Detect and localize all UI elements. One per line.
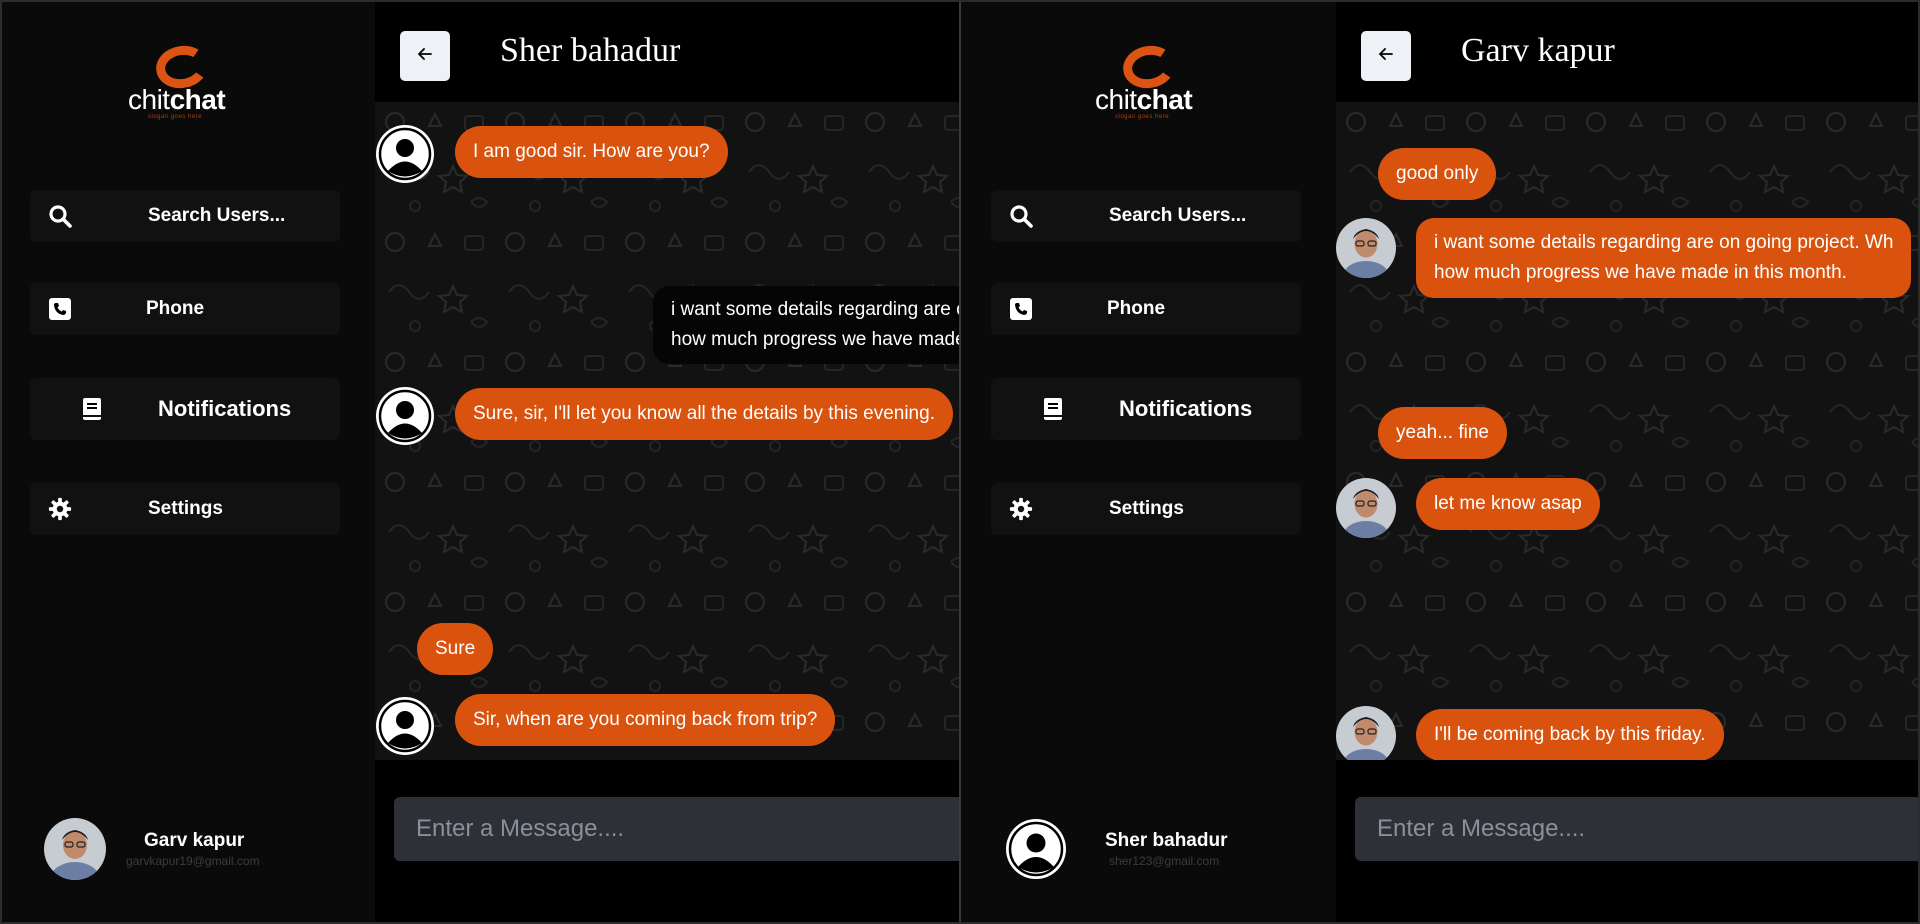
gear-icon bbox=[1009, 497, 1033, 521]
contact-avatar bbox=[375, 386, 435, 446]
message-list[interactable]: I am good sir. How are you? i want some … bbox=[375, 102, 959, 760]
search-icon bbox=[1009, 204, 1033, 228]
nav-phone[interactable]: Phone bbox=[30, 283, 340, 335]
app-logo: chitchat slogan goes here bbox=[1087, 41, 1237, 121]
contact-avatar bbox=[1336, 218, 1396, 278]
back-button[interactable] bbox=[400, 31, 450, 81]
nav-phone-label: Phone bbox=[1107, 298, 1166, 319]
nav-search-users[interactable]: Search Users... bbox=[30, 190, 340, 242]
user-email: sher123@gmail.com bbox=[1109, 854, 1220, 868]
message-bubble: good only bbox=[1378, 148, 1497, 200]
user-name: Garv kapur bbox=[144, 830, 245, 851]
message-bubble: let me know asap bbox=[1416, 478, 1600, 530]
chat-title: Sher bahadur bbox=[500, 32, 681, 69]
message-composer[interactable] bbox=[1355, 797, 1920, 861]
nav-notifications[interactable]: Notifications bbox=[30, 378, 340, 440]
user-avatar bbox=[1005, 818, 1067, 880]
message-bubble: I'll be coming back by this friday. bbox=[1416, 709, 1724, 760]
message-bubble-sent: i want some details regarding are on goi… bbox=[653, 286, 959, 364]
app-logo: chitchat slogan goes here bbox=[120, 41, 270, 121]
message-composer[interactable] bbox=[394, 797, 959, 861]
message-bubble: Sure, sir, I'll let you know all the det… bbox=[455, 388, 953, 440]
contact-avatar bbox=[375, 124, 435, 184]
nav-notifications-label: Notifications bbox=[1119, 396, 1253, 421]
nav-search-label: Search Users... bbox=[1109, 205, 1247, 226]
message-list[interactable]: good only i want some details regarding … bbox=[1336, 102, 1920, 760]
message-bubble: Sure bbox=[417, 623, 494, 675]
nav-search-users[interactable]: Search Users... bbox=[991, 190, 1301, 242]
message-bubble: i want some details regarding are on goi… bbox=[1416, 218, 1912, 298]
sidebar: chitchat slogan goes here Search Users..… bbox=[0, 0, 375, 924]
nav-phone-label: Phone bbox=[146, 298, 205, 319]
user-name: Sher bahadur bbox=[1105, 830, 1228, 851]
sidebar: chitchat slogan goes here Search Users..… bbox=[961, 0, 1336, 924]
nav-search-label: Search Users... bbox=[148, 205, 286, 226]
chat-title: Garv kapur bbox=[1461, 32, 1615, 69]
message-bubble: yeah... fine bbox=[1378, 407, 1507, 459]
message-bubble: Sir, when are you coming back from trip? bbox=[455, 694, 836, 746]
arrow-left-icon bbox=[1379, 47, 1393, 66]
phone-icon bbox=[48, 297, 72, 321]
nav-notifications[interactable]: Notifications bbox=[991, 378, 1301, 440]
contact-avatar bbox=[1336, 478, 1396, 538]
user-avatar bbox=[44, 818, 106, 880]
current-user[interactable]: Garv kapur garvkapur19@gmail.com bbox=[44, 818, 344, 884]
contact-avatar bbox=[1336, 706, 1396, 760]
nav-settings-label: Settings bbox=[1109, 498, 1184, 519]
phone-icon bbox=[1009, 297, 1033, 321]
nav-phone[interactable]: Phone bbox=[991, 283, 1301, 335]
search-icon bbox=[48, 204, 72, 228]
nav-notifications-label: Notifications bbox=[158, 396, 292, 421]
message-input[interactable] bbox=[394, 797, 959, 861]
contact-avatar bbox=[375, 696, 435, 756]
message-bubble: I am good sir. How are you? bbox=[455, 126, 728, 178]
book-icon bbox=[80, 397, 104, 421]
nav-settings[interactable]: Settings bbox=[991, 483, 1301, 535]
chat-window-left: chitchat slogan goes here Search Users..… bbox=[0, 0, 959, 924]
gear-icon bbox=[48, 497, 72, 521]
nav-settings[interactable]: Settings bbox=[30, 483, 340, 535]
message-input[interactable] bbox=[1355, 797, 1920, 861]
nav-settings-label: Settings bbox=[148, 498, 223, 519]
book-icon bbox=[1041, 397, 1065, 421]
current-user[interactable]: Sher bahadur sher123@gmail.com bbox=[1005, 818, 1305, 884]
user-email: garvkapur19@gmail.com bbox=[126, 854, 260, 868]
back-button[interactable] bbox=[1361, 31, 1411, 81]
arrow-left-icon bbox=[418, 47, 432, 66]
chat-window-right: chitchat slogan goes here Search Users..… bbox=[961, 0, 1920, 924]
